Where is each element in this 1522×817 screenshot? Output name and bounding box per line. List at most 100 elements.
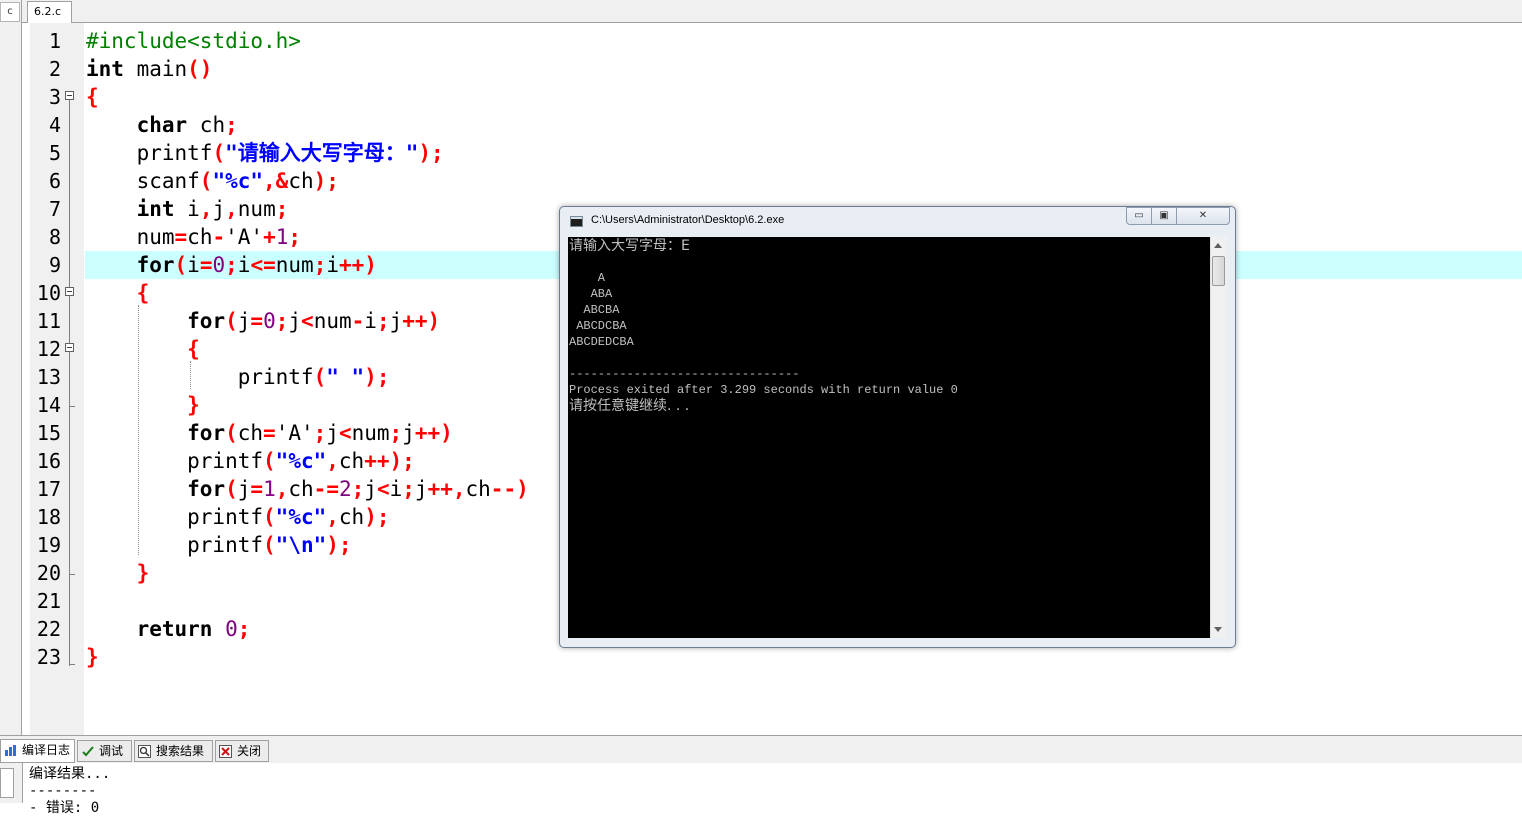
scroll-down-icon[interactable]	[1214, 627, 1222, 632]
minimize-button[interactable]: ▭	[1126, 207, 1152, 225]
code-token: printf	[86, 533, 264, 557]
code-token: "%c"	[275, 505, 327, 529]
tab-check[interactable]: 调试	[77, 740, 132, 762]
console-output-line: 请输入大写字母：E	[569, 238, 690, 254]
tab-close[interactable]: 关闭	[215, 740, 269, 762]
tab-search[interactable]: 搜索结果	[134, 740, 213, 762]
console-window[interactable]: C:\Users\Administrator\Desktop\6.2.exe ▭…	[559, 206, 1236, 648]
tab-file[interactable]: 6.2.c	[27, 1, 72, 23]
code-text: {	[86, 279, 150, 307]
line-number: 8	[48, 225, 61, 249]
code-line[interactable]: 5 printf("请输入大写字母：");	[30, 139, 1522, 167]
code-token: 'A'	[275, 421, 314, 445]
console-output-line: ABCBA	[569, 303, 620, 317]
tab-chart[interactable]: 编译日志	[0, 739, 75, 763]
code-text: for(j=1,ch-=2;j<i;j++,ch--)	[86, 475, 529, 503]
fold-toggle-icon[interactable]	[65, 287, 74, 296]
code-text: scanf("%c",&ch);	[86, 167, 339, 195]
code-text: }	[86, 559, 150, 587]
line-number: 19	[36, 533, 61, 557]
line-number: 10	[36, 281, 61, 305]
code-token: num	[313, 309, 352, 333]
bottom-panel-tabs: 编译日志 调试 搜索结果 关闭	[0, 735, 1522, 763]
code-text: {	[86, 83, 99, 111]
bottom-panel-side-button[interactable]	[0, 768, 14, 798]
code-line[interactable]: 6 scanf("%c",&ch);	[30, 167, 1522, 195]
code-line[interactable]: 2 int main()	[30, 55, 1522, 83]
code-token: "\n"	[275, 533, 327, 557]
close-button[interactable]: ✕	[1176, 207, 1230, 225]
fold-toggle-icon[interactable]	[65, 343, 74, 352]
code-token: }	[187, 393, 200, 417]
code-token: i	[187, 253, 200, 277]
code-token: 0	[212, 253, 226, 277]
code-text: printf(" ");	[86, 363, 390, 391]
code-token: ;	[225, 253, 238, 277]
code-token: ch	[338, 449, 365, 473]
code-token: =	[263, 421, 276, 445]
code-token: ++)	[339, 253, 377, 277]
code-token: -	[212, 225, 226, 249]
code-token: ch	[288, 477, 314, 501]
code-token: }	[136, 561, 150, 585]
code-token: printf	[86, 505, 264, 529]
code-token: <	[301, 309, 314, 333]
code-token: ch	[288, 169, 314, 193]
code-line[interactable]: 1 #include<stdio.h>	[30, 27, 1522, 55]
maximize-button[interactable]: ▣	[1151, 207, 1177, 225]
code-text: printf("%c",ch++);	[86, 447, 415, 475]
console-output[interactable]: 请输入大写字母：E A ABA ABCBA ABCDCBA ABCDEDCBA --…	[568, 237, 1210, 638]
code-token: j	[237, 477, 251, 501]
code-line[interactable]: 3{	[30, 83, 1522, 111]
line-number: 22	[36, 617, 61, 641]
code-token: scanf	[86, 169, 200, 193]
code-token: -	[351, 309, 365, 333]
console-output-line: --------------------------------	[569, 367, 800, 381]
fold-end	[69, 406, 75, 407]
console-output-line: 请按任意键继续. . .	[569, 398, 690, 414]
code-token: ,	[199, 197, 213, 221]
line-number: 11	[36, 309, 61, 333]
code-token: j	[364, 477, 377, 501]
code-token: <=	[250, 253, 276, 277]
code-token: j	[389, 309, 403, 333]
code-token: char	[136, 113, 188, 137]
project-panel-tab[interactable]: c	[0, 2, 20, 22]
code-token: ;	[237, 617, 251, 641]
scroll-thumb[interactable]	[1212, 256, 1225, 286]
log-line: 编译结果...	[29, 766, 111, 782]
code-token: (	[212, 141, 226, 165]
console-scrollbar[interactable]	[1210, 237, 1227, 638]
code-token: <	[376, 477, 390, 501]
fold-toggle-icon[interactable]	[65, 91, 74, 100]
code-token: ,	[326, 449, 339, 473]
code-token: );	[313, 169, 339, 193]
fold-end	[69, 574, 75, 575]
code-token: );	[418, 141, 444, 165]
compile-log[interactable]: 编译结果... -------- - 错误: 0	[22, 763, 1522, 816]
console-titlebar[interactable]: C:\Users\Administrator\Desktop\6.2.exe ▭…	[560, 207, 1235, 237]
code-token: i	[326, 253, 339, 277]
code-token: ++);	[364, 449, 415, 473]
code-token: =	[250, 477, 264, 501]
code-token: ch	[465, 477, 491, 501]
code-text: char ch;	[86, 111, 238, 139]
code-token: (	[199, 169, 213, 193]
code-line[interactable]: 4 char ch;	[30, 111, 1522, 139]
window-controls: ▭ ▣ ✕	[1126, 207, 1230, 225]
tab-label: 调试	[99, 744, 124, 758]
code-token: i	[389, 477, 403, 501]
code-token: ;	[275, 309, 289, 333]
code-token: 2	[338, 477, 352, 501]
code-token: (	[174, 253, 188, 277]
code-token: {	[187, 337, 200, 361]
code-token: " "	[326, 365, 365, 389]
scroll-up-icon[interactable]	[1214, 243, 1222, 248]
code-token: ,	[326, 505, 339, 529]
console-output-line: ABCDEDCBA	[569, 335, 634, 349]
